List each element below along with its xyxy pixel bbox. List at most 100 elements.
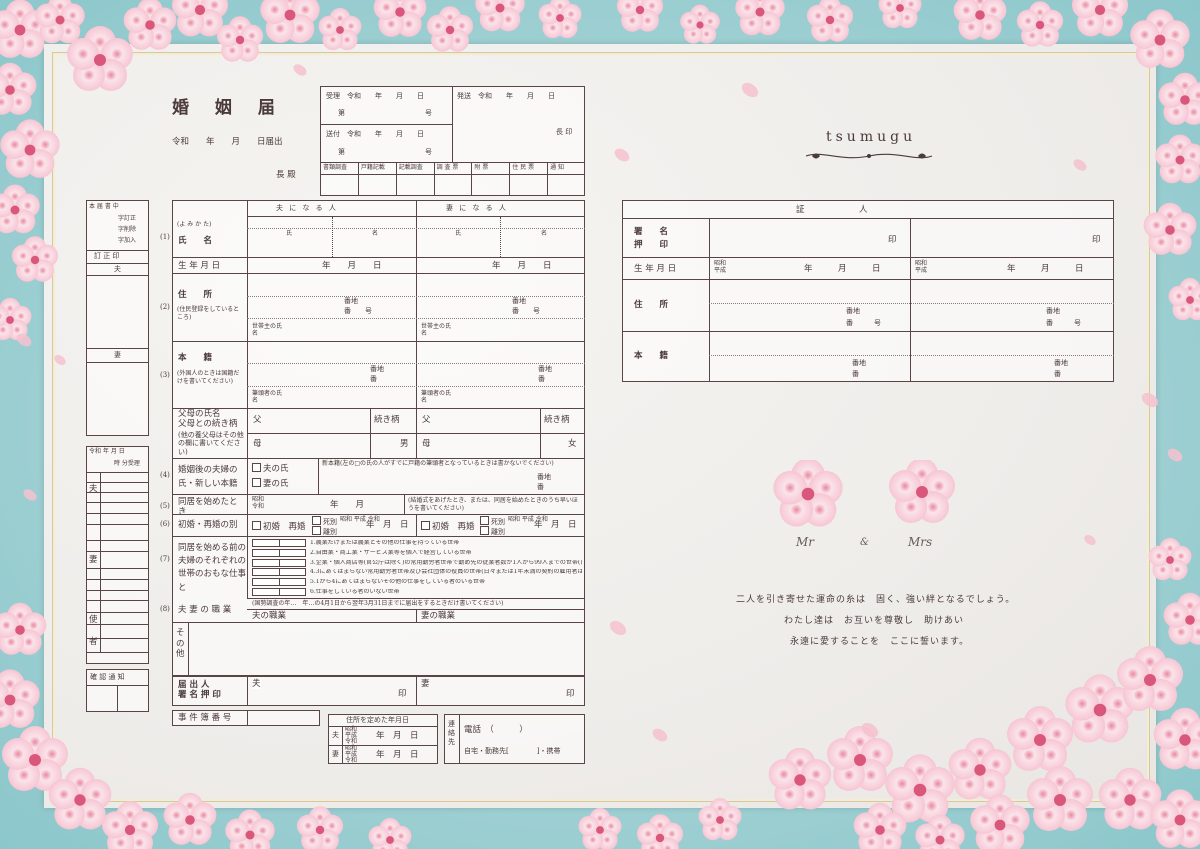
wife-go: 号	[533, 307, 540, 315]
office-check-label: 調 査 票	[436, 164, 459, 171]
office-check-label: 附 票	[474, 164, 489, 171]
vow-line-3: 永遠に愛することを ここに誓います。	[790, 637, 970, 647]
husband-father-label: 父	[253, 415, 262, 425]
witness1-birth: 年 月 日	[804, 264, 881, 274]
parents-label: 父母の氏名 父母との続き柄	[178, 409, 238, 429]
address-date-label: 住所を定めた年月日	[346, 716, 409, 724]
witness2-era: 昭和 平成	[915, 260, 928, 274]
side-grid-line	[86, 524, 149, 525]
office-check-divider	[547, 174, 585, 175]
husband-bereaved-checkbox[interactable]	[312, 516, 321, 525]
witness2-go: 号	[1074, 319, 1081, 327]
witness2-honseki-banchi: 番地	[1054, 359, 1068, 367]
brand-logo: tsumugu	[826, 129, 917, 145]
address-date-husband: 夫	[332, 731, 339, 739]
filing-date: 令和 年 月 日届出	[172, 137, 283, 147]
husband-re-label: 再婚	[288, 522, 306, 532]
wife-given-label: 名	[541, 230, 548, 237]
occupation-item: 4.3にあてはまらない常用勤労者世帯及び会社団体の役員の世帯(日々または1年未満…	[310, 569, 582, 576]
office-check-divider	[320, 174, 358, 175]
amp-label: &	[860, 537, 869, 548]
row-number: (1)	[160, 233, 170, 241]
office-check-label: 住 民 票	[512, 164, 535, 171]
husband-divorced-checkbox[interactable]	[312, 526, 321, 535]
witness1-ban: 番	[846, 319, 853, 327]
side-grid-line	[86, 590, 149, 591]
occupation-item: 6.仕事をしている者のいない世帯	[310, 589, 400, 595]
side-grid-line	[86, 612, 149, 613]
vow-line-1: 二人を引き寄せた運命の糸は 固く、強い絆となるでしょう。	[736, 595, 1016, 605]
address-date-era-husband: 昭和 平成 令和	[345, 726, 358, 745]
husband-first-checkbox[interactable]	[252, 521, 261, 530]
signer-label: 届 出 人 署 名 押 印	[178, 680, 221, 701]
office-check-label: 通 知	[550, 164, 565, 171]
dispatch-label: 発送	[457, 92, 471, 100]
husband-first-label: 初婚	[263, 522, 281, 532]
witness2-banchi: 番地	[1046, 307, 1060, 315]
receipt-number-suffix: 号	[425, 109, 432, 117]
correction-kind: 字加入	[118, 237, 137, 244]
witness2-seal: 印	[1092, 235, 1101, 245]
row-number: (3)	[160, 371, 170, 379]
wife-divorced-checkbox[interactable]	[480, 526, 489, 535]
husband-ban: 番	[344, 307, 351, 315]
address-date-wife-value: 年 月 日	[376, 750, 419, 760]
wife-bereaved-checkbox[interactable]	[480, 516, 489, 525]
side-grid-line	[86, 568, 149, 569]
office-seal: 長 印	[556, 128, 573, 136]
wife-header: 妻 に な る 人	[446, 204, 508, 212]
dispatch-date: 年 月 日	[506, 92, 555, 100]
cohabit-era: 昭和 令和	[252, 496, 265, 510]
wife-divorced-label: 離別	[491, 528, 505, 536]
wife-job-label: 妻の職業	[421, 611, 456, 621]
acceptance-time: 時 分受理	[114, 460, 140, 467]
dispatch-era: 令和	[478, 92, 492, 100]
wife-uji-checkbox[interactable]	[252, 478, 261, 487]
side-grid-line	[86, 579, 149, 580]
new-honseki-ban: 番	[537, 483, 544, 491]
husband-re-date: 年 月 日	[366, 520, 409, 530]
name-label: 氏 名	[178, 236, 213, 246]
wife-relation-label: 続き柄	[544, 415, 570, 425]
wife-ban: 番	[512, 307, 519, 315]
correction-head: 本 届 書 中	[89, 203, 119, 210]
wife-honseki-banchi: 番地	[538, 365, 552, 373]
row-number: (4)	[160, 471, 170, 479]
wife-re-label: 再婚	[457, 522, 475, 532]
side-grid-line	[86, 652, 149, 653]
receipt-era: 令和	[347, 92, 361, 100]
contact-label: 連絡先	[448, 720, 455, 747]
occupation-checkbox-divider	[279, 548, 280, 557]
witness-honseki-label: 本 籍	[634, 351, 669, 361]
wife-first-checkbox[interactable]	[421, 521, 430, 530]
witness-address-label: 住 所	[634, 300, 669, 310]
new-honseki-banchi: 番地	[537, 473, 551, 481]
side-grid-line	[86, 513, 149, 514]
husband-householder-label: 世帯主の氏名	[252, 323, 283, 338]
witness1-seal: 印	[888, 235, 897, 245]
side-husband-label: 夫	[114, 265, 121, 273]
side-grid-line	[86, 540, 149, 541]
sent-era: 令和	[347, 130, 361, 138]
address-date-era-wife: 昭和 平成 令和	[345, 745, 358, 764]
sent-number-suffix: 号	[425, 148, 432, 156]
wife-mother-label: 母	[422, 439, 431, 449]
occupation-question: 同居を始める前の夫婦のそれぞれの世帯のおもな仕事と	[178, 543, 247, 593]
side-grid-line	[100, 472, 101, 652]
witness2-birth: 年 月 日	[1007, 264, 1084, 274]
side-messenger-1: 使	[89, 615, 98, 625]
office-check-divider	[357, 174, 396, 175]
occupation-checkbox-divider	[279, 558, 280, 567]
honseki-note: (外国人のときは国籍だけを書いてください)	[177, 370, 240, 385]
husband-honseki-banchi: 番地	[370, 365, 384, 373]
address-date-wife: 妻	[332, 750, 339, 758]
row-number: (8)	[160, 605, 170, 613]
wife-re-date: 年 月 日	[534, 520, 577, 530]
witness-sign-label: 署 名 押 印	[634, 227, 669, 250]
receipt-date: 年 月 日	[375, 92, 424, 100]
husband-mother-label: 母	[253, 439, 262, 449]
wife-surname-label: 氏	[455, 230, 462, 237]
husband-uji-checkbox[interactable]	[252, 463, 261, 472]
yomikata-label: (よ み か た)	[177, 221, 212, 228]
honseki-label: 本 籍	[178, 353, 213, 363]
